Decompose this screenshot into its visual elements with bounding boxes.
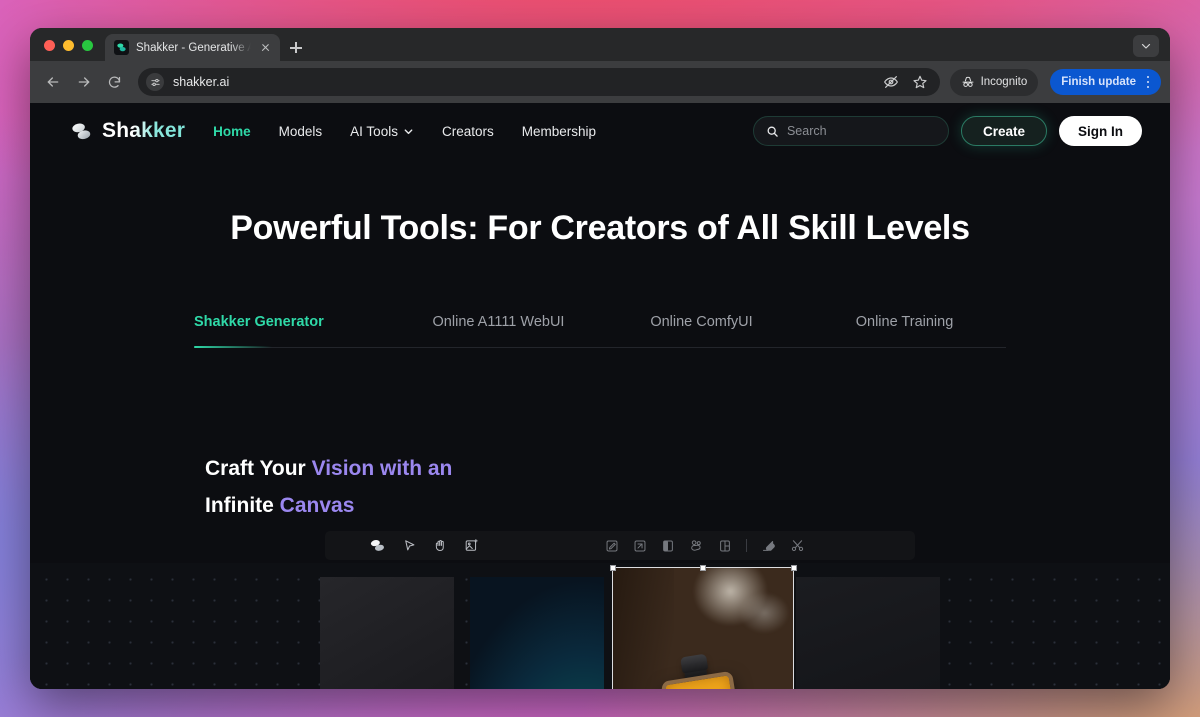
- search-placeholder: Search: [786, 124, 827, 138]
- hand-pan-icon[interactable]: [433, 538, 448, 553]
- search-input[interactable]: Search: [752, 116, 949, 146]
- nav-item-home-label: Home: [213, 123, 251, 139]
- create-button[interactable]: Create: [960, 116, 1047, 146]
- perfume-bottle-image: [612, 567, 794, 689]
- incognito-indicator[interactable]: Incognito: [949, 68, 1039, 96]
- shakker-favicon-icon: [114, 40, 129, 55]
- tab-online-a1111-webui-label: Online A1111 WebUI: [432, 314, 565, 330]
- nav-item-membership[interactable]: Membership: [522, 124, 596, 139]
- minimize-window-button[interactable]: [63, 40, 74, 51]
- remove-background-icon[interactable]: [689, 538, 704, 553]
- window-traffic-lights: [30, 40, 105, 61]
- search-icon: [766, 125, 779, 138]
- address-bar[interactable]: shakker.ai: [138, 68, 940, 96]
- feature-heading-line-1: Craft Your Vision with an: [205, 451, 1170, 488]
- header-actions: Search Create Sign In: [752, 116, 1142, 146]
- nav-item-membership-label: Membership: [521, 123, 596, 139]
- feature-heading-line-1-accent: Vision with an: [311, 457, 453, 480]
- kebab-menu-icon[interactable]: [1141, 73, 1155, 91]
- eraser-icon[interactable]: [761, 538, 776, 553]
- nav-item-ai-tools-label: AI Tools: [350, 123, 398, 139]
- toolbar-divider: [746, 539, 747, 552]
- site-settings-icon[interactable]: [146, 73, 164, 91]
- canvas-toolbar-right-group: [605, 538, 905, 553]
- chevron-down-icon[interactable]: [1133, 35, 1159, 57]
- browser-window: Shakker - Generative AI desig shakker: [30, 28, 1170, 689]
- canvas-card-1[interactable]: [320, 577, 454, 689]
- nav-item-creators-label: Creators: [441, 123, 494, 139]
- nav-item-creators[interactable]: Creators: [442, 124, 494, 139]
- feature-heading-line-2-accent: Canvas: [279, 493, 355, 517]
- infinite-canvas[interactable]: [30, 563, 1170, 689]
- canvas-toolbar: [325, 531, 915, 560]
- shakker-mark-icon: [70, 120, 93, 143]
- page-title: Powerful Tools: For Creators of All Skil…: [230, 209, 970, 247]
- tab-online-a1111-webui[interactable]: Online A1111 WebUI: [397, 314, 600, 347]
- tab-shakker-generator[interactable]: Shakker Generator: [194, 314, 397, 348]
- nav-item-models[interactable]: Models: [279, 124, 323, 139]
- feature-heading-line-1-plain: Craft Your: [205, 457, 312, 480]
- canvas-card-4[interactable]: [796, 577, 940, 689]
- back-arrow-icon[interactable]: [39, 69, 66, 96]
- finish-update-label: Finish update: [1061, 76, 1136, 88]
- nav-item-ai-tools[interactable]: AI Tools: [350, 124, 414, 139]
- tab-online-comfyui[interactable]: Online ComfyUI: [600, 314, 803, 347]
- image-generate-icon[interactable]: [464, 538, 479, 553]
- nav-item-models-label: Models: [278, 123, 323, 139]
- browser-toolbar: shakker.ai Incognito Finish update: [30, 61, 1170, 103]
- sign-in-button-label: Sign In: [1078, 123, 1123, 139]
- canvas-card-2[interactable]: [470, 577, 604, 689]
- site-logo[interactable]: Shakker: [70, 119, 185, 143]
- site-header: Shakker Home Models AI Tools Creators Me…: [30, 103, 1170, 159]
- tab-online-training-label: Online Training: [855, 314, 954, 330]
- nav-item-home[interactable]: Home: [213, 124, 251, 139]
- chevron-down-icon: [403, 126, 414, 137]
- layout-split-icon[interactable]: [718, 539, 732, 553]
- reload-icon[interactable]: [101, 69, 128, 96]
- finish-update-button[interactable]: Finish update: [1050, 69, 1161, 95]
- main-navigation: Home Models AI Tools Creators Membership: [213, 124, 596, 139]
- maximize-window-button[interactable]: [82, 40, 93, 51]
- canvas-card-3-perfume-bottle[interactable]: [612, 567, 794, 689]
- tab-online-comfyui-label: Online ComfyUI: [650, 314, 753, 330]
- feature-heading-line-2: Infinite Canvas: [205, 488, 1170, 525]
- sign-in-button[interactable]: Sign In: [1059, 116, 1142, 146]
- close-icon[interactable]: [258, 40, 273, 55]
- scissors-cut-icon[interactable]: [790, 538, 805, 553]
- create-button-label: Create: [982, 123, 1025, 139]
- edit-pencil-icon[interactable]: [605, 539, 619, 553]
- browser-tab-strip: Shakker - Generative AI desig: [30, 28, 1170, 61]
- new-tab-button[interactable]: [282, 34, 310, 61]
- site-logo-text: Shakker: [102, 119, 186, 142]
- forward-arrow-icon[interactable]: [70, 69, 97, 96]
- shakker-mark-icon[interactable]: [369, 537, 386, 554]
- browser-tab-title: Shakker - Generative AI desig: [136, 41, 251, 54]
- feature-heading: Craft Your Vision with an Infinite Canva…: [30, 435, 1170, 525]
- feature-heading-line-2-plain: Infinite: [205, 493, 280, 517]
- contrast-split-icon[interactable]: [661, 539, 675, 553]
- address-bar-url: shakker.ai: [173, 75, 230, 89]
- incognito-label: Incognito: [980, 76, 1028, 88]
- star-icon[interactable]: [912, 74, 928, 90]
- address-bar-actions: [883, 74, 930, 90]
- close-window-button[interactable]: [44, 40, 55, 51]
- canvas-toolbar-left-group: [335, 537, 479, 554]
- incognito-hat-icon: [961, 75, 975, 89]
- page-content: Shakker Home Models AI Tools Creators Me…: [30, 103, 1170, 689]
- tab-shakker-generator-label: Shakker Generator: [194, 314, 324, 330]
- resize-expand-icon[interactable]: [633, 539, 647, 553]
- eye-slash-icon[interactable]: [883, 74, 899, 90]
- feature-tabs: Shakker Generator Online A1111 WebUI Onl…: [194, 314, 1006, 348]
- cursor-select-icon[interactable]: [402, 538, 417, 553]
- tab-online-training[interactable]: Online Training: [803, 314, 1006, 347]
- browser-tab[interactable]: Shakker - Generative AI desig: [105, 34, 280, 61]
- generator-showcase: Craft Your Vision with an Infinite Canva…: [30, 435, 1170, 689]
